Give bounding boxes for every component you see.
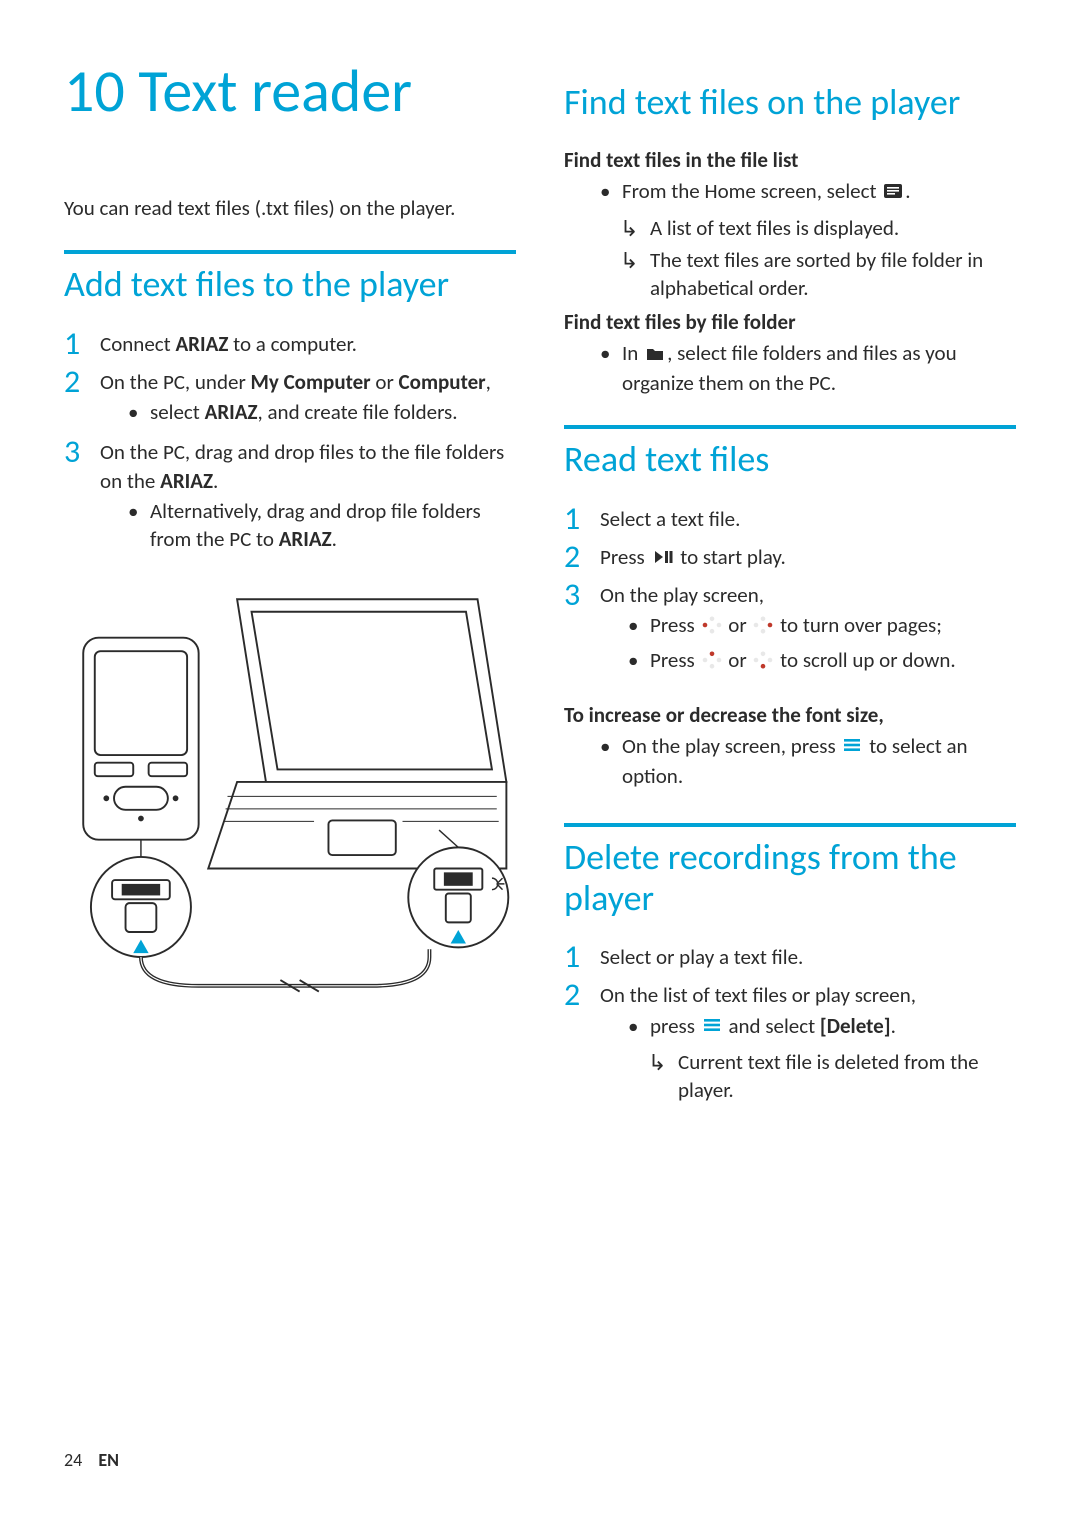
results: Current text file is deleted from the pl…: [600, 1048, 1016, 1105]
nav-down-icon: [753, 648, 773, 676]
list-item: Press or to turn over pages;: [628, 611, 1016, 641]
step-number: 3: [564, 579, 600, 611]
read-step-2: 2 Press to start play.: [564, 543, 1016, 575]
add-step-2: 2 On the PC, under My Computer or Comput…: [64, 368, 516, 433]
list-item: In , select file folders and files as yo…: [600, 339, 1016, 398]
find-subhead-1: Find text files in the file list: [564, 147, 1016, 173]
font-subhead: To increase or decrease the font size,: [564, 702, 1016, 728]
add-step-1: 1 Connect ARIAZ to a computer.: [64, 330, 516, 362]
step-text: Press to start play.: [600, 543, 1016, 573]
list-item: On the play screen, press to select an o…: [600, 732, 1016, 791]
find-subhead-2: Find text files by file folder: [564, 309, 1016, 335]
bullets: Press or to turn over pages; Press or to…: [600, 611, 1016, 676]
delete-step-1: 1 Select or play a text file.: [564, 943, 1016, 975]
step-text: On the play screen, Press or to turn ove…: [600, 581, 1016, 682]
bullets: Alternatively, drag and drop file folder…: [100, 497, 516, 554]
page-lang: EN: [98, 1449, 119, 1471]
list-item: press and select [Delete].: [628, 1012, 1016, 1042]
step-number: 2: [64, 366, 100, 398]
read-step-1: 1 Select a text file.: [564, 505, 1016, 537]
menu-icon: [842, 734, 862, 762]
delete-steps: 1 Select or play a text file. 2 On the l…: [564, 943, 1016, 1110]
section-find-heading: Find text files on the player: [564, 82, 1016, 123]
step-number: 2: [564, 979, 600, 1011]
chapter-title: 10 Text reader: [64, 62, 516, 122]
intro-text: You can read text files (.txt files) on …: [64, 194, 516, 222]
left-column: 10 Text reader You can read text files (…: [64, 62, 516, 1131]
list-item: From the Home screen, select .: [600, 177, 1016, 207]
menu-icon: [702, 1014, 722, 1042]
step-text: On the list of text files or play screen…: [600, 981, 1016, 1110]
step-text: Select a text file.: [600, 505, 1016, 533]
section-divider: [564, 425, 1016, 429]
read-step-3: 3 On the play screen, Press or to turn o…: [564, 581, 1016, 682]
bullets: select ARIAZ, and create file folders.: [100, 398, 516, 426]
result-item: The text files are sorted by file folder…: [620, 246, 1016, 303]
list-item: Press or to scroll up or down.: [628, 646, 1016, 676]
chapter-number: 10: [64, 55, 125, 128]
bullets: In , select file folders and files as yo…: [564, 339, 1016, 398]
step-text: Connect ARIAZ to a computer.: [100, 330, 516, 358]
add-step-3: 3 On the PC, drag and drop files to the …: [64, 438, 516, 559]
text-list-icon: [883, 179, 903, 207]
nav-up-icon: [702, 648, 722, 676]
step-number: 1: [64, 328, 100, 360]
section-divider: [64, 250, 516, 254]
bullets: press and select [Delete].: [600, 1012, 1016, 1042]
manual-page: 10 Text reader You can read text files (…: [0, 0, 1080, 1171]
list-item: select ARIAZ, and create file folders.: [128, 398, 516, 426]
folder-icon: [645, 341, 665, 369]
connection-illustration: [64, 580, 516, 994]
nav-right-icon: [753, 613, 773, 641]
page-number: 24: [64, 1449, 82, 1471]
result-item: A list of text files is displayed.: [620, 214, 1016, 242]
add-steps: 1 Connect ARIAZ to a computer. 2 On the …: [64, 330, 516, 560]
step-number: 1: [564, 503, 600, 535]
page-footer: 24 EN: [64, 1449, 119, 1471]
step-text: On the PC, under My Computer or Computer…: [100, 368, 516, 433]
read-steps: 1 Select a text file. 2 Press to start p…: [564, 505, 1016, 682]
section-divider: [564, 823, 1016, 827]
delete-step-2: 2 On the list of text files or play scre…: [564, 981, 1016, 1110]
bullets: From the Home screen, select .: [564, 177, 1016, 207]
nav-left-icon: [702, 613, 722, 641]
list-item: Alternatively, drag and drop file folder…: [128, 497, 516, 554]
chapter-name: Text reader: [138, 55, 412, 128]
play-pause-icon: [652, 545, 674, 573]
step-number: 1: [564, 941, 600, 973]
step-text: Select or play a text file.: [600, 943, 1016, 971]
result-item: Current text file is deleted from the pl…: [648, 1048, 1016, 1105]
section-delete-heading: Delete recordings from the player: [564, 837, 1016, 920]
step-number: 3: [64, 436, 100, 468]
section-add-heading: Add text files to the player: [64, 264, 516, 305]
section-read-heading: Read text files: [564, 439, 1016, 480]
bullets: On the play screen, press to select an o…: [564, 732, 1016, 791]
results: A list of text files is displayed. The t…: [564, 214, 1016, 303]
right-column: Find text files on the player Find text …: [564, 62, 1016, 1131]
step-text: On the PC, drag and drop files to the fi…: [100, 438, 516, 559]
step-number: 2: [564, 541, 600, 573]
